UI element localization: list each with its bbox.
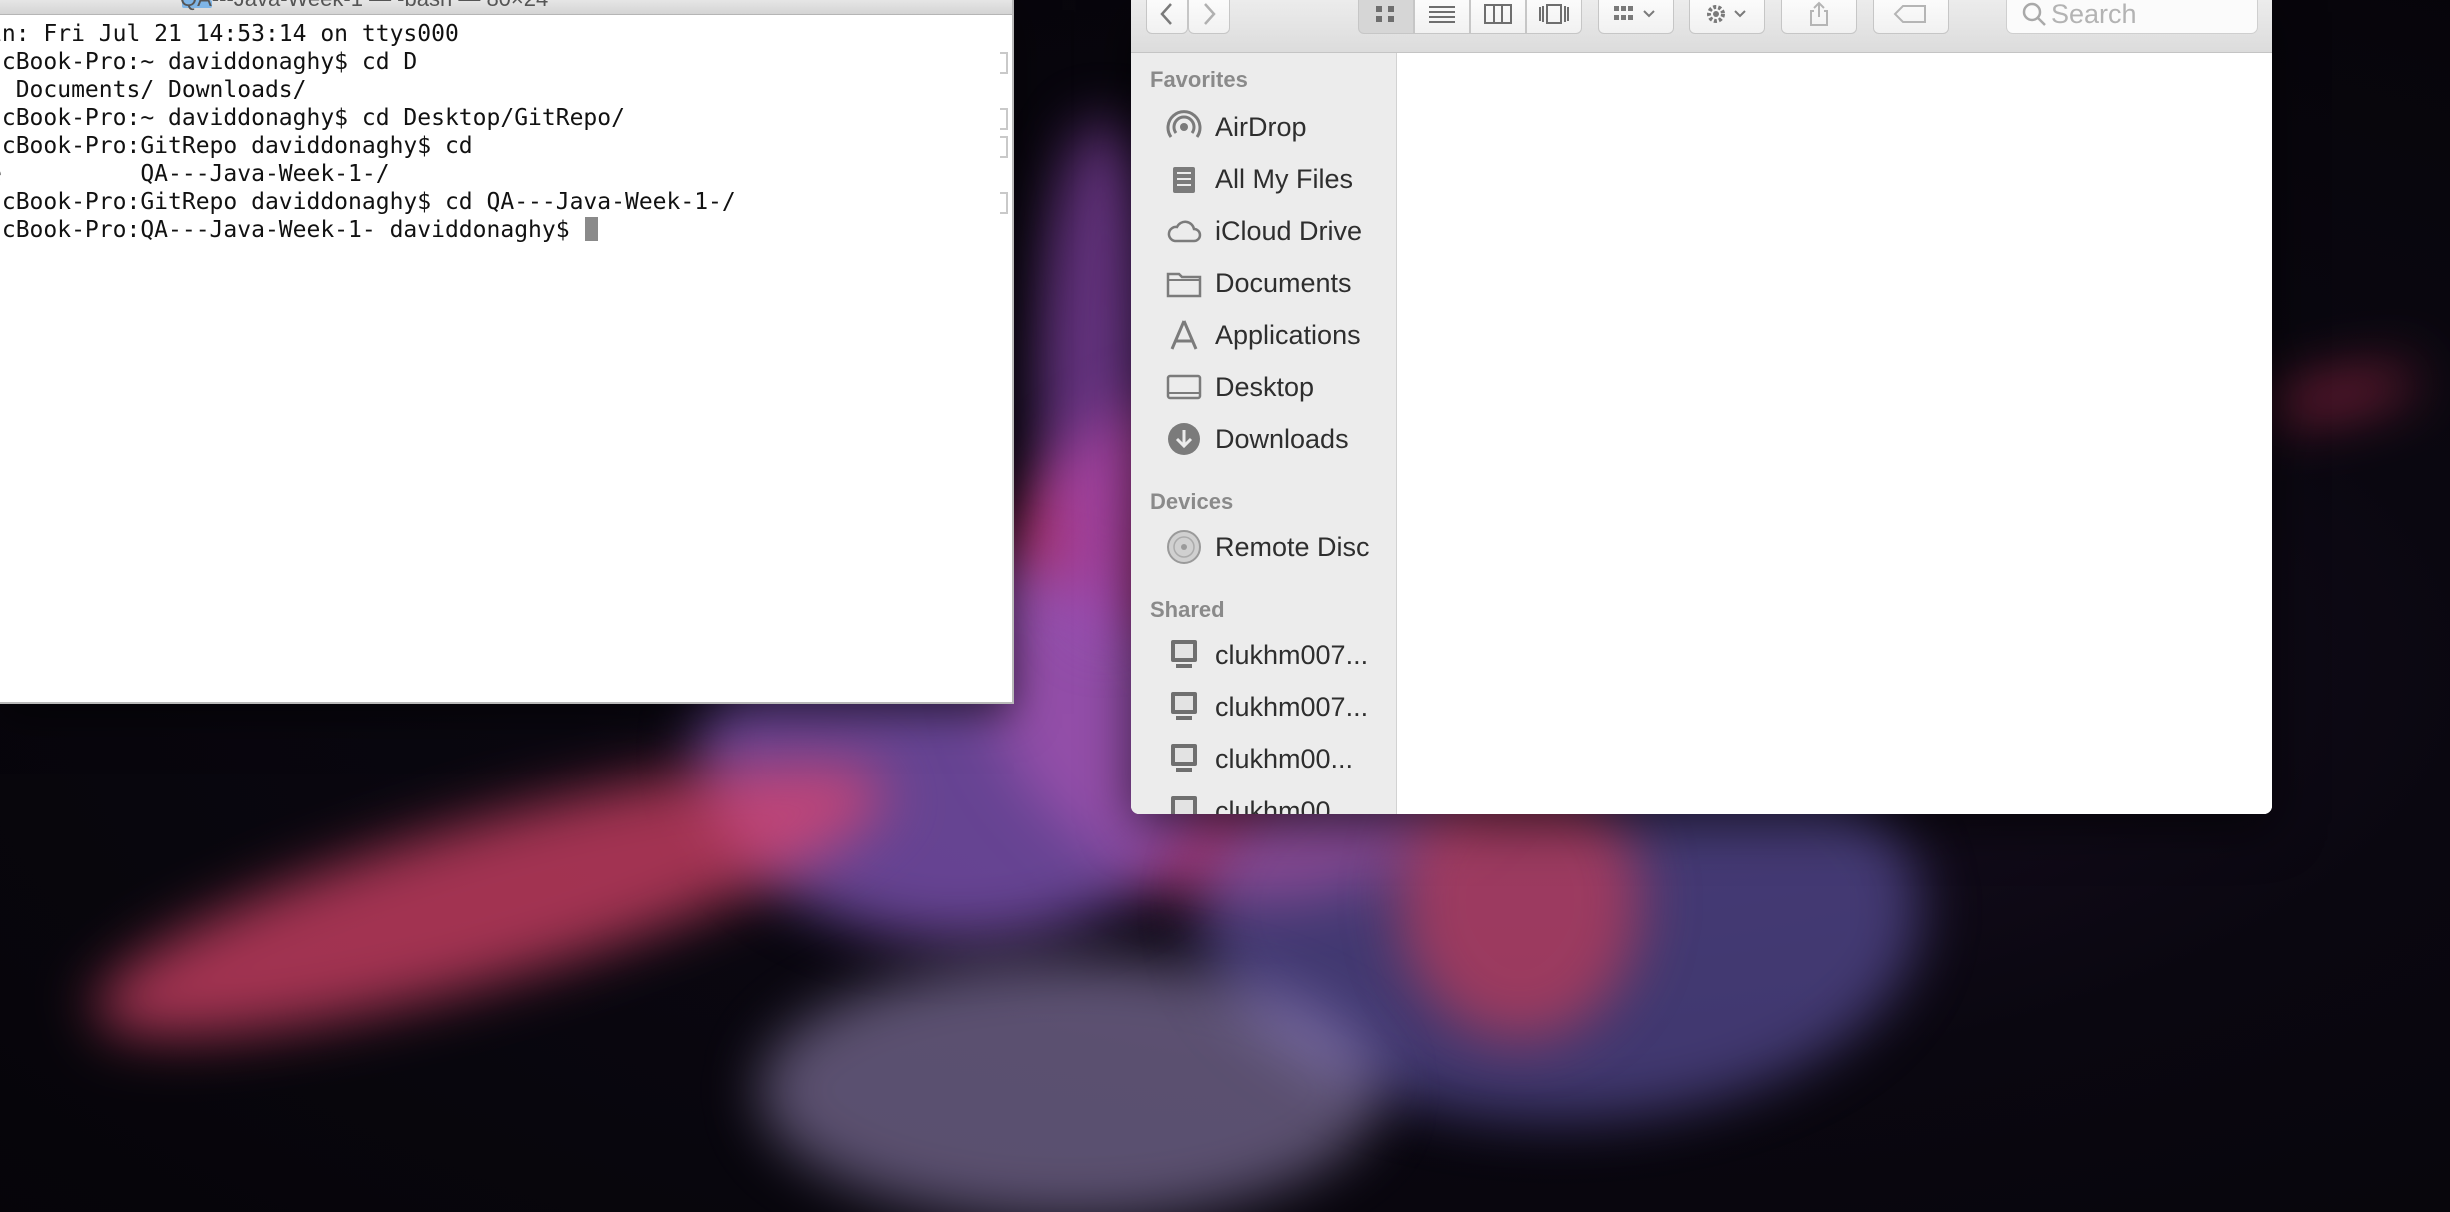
sidebar-item-desktop[interactable]: Desktop: [1165, 365, 1314, 409]
finder-content-area[interactable]: [1397, 53, 2272, 814]
terminal-prompt: acBook-Pro:QA---Java-Week-1- daviddonagh…: [0, 217, 584, 243]
tags-button[interactable]: [1873, 0, 1949, 34]
list-view-button[interactable]: [1414, 0, 1470, 34]
terminal-title: QA---Java-Week-1 — -bash — 80×24: [180, 0, 548, 12]
computer-icon: [1165, 636, 1203, 674]
icloud-icon: [1165, 212, 1203, 250]
finder-sidebar: Favorites AirDrop All My Files iCloud Dr…: [1131, 53, 1397, 814]
sidebar-item-label: Remote Disc: [1215, 531, 1370, 562]
folder-icon: [1165, 264, 1203, 302]
sidebar-header-devices: Devices: [1150, 489, 1234, 514]
applications-icon: [1165, 316, 1203, 354]
sidebar-item-shared-computer[interactable]: clukhm00...: [1165, 789, 1353, 814]
line-marker: [1000, 192, 1008, 214]
terminal-line: acBook-Pro:GitRepo daviddonaghy$ cd QA--…: [0, 189, 736, 215]
sidebar-item-shared-computer[interactable]: clukhm007...: [1165, 633, 1368, 677]
sidebar-item-icloud-drive[interactable]: iCloud Drive: [1165, 209, 1362, 253]
arrange-button[interactable]: [1598, 0, 1674, 34]
computer-icon: [1165, 688, 1203, 726]
disc-icon: [1165, 528, 1203, 566]
finder-toolbar: Search: [1131, 0, 2272, 53]
text-cursor: [585, 217, 599, 241]
computer-icon: [1165, 792, 1203, 814]
terminal-line: in: Fri Jul 21 14:53:14 on ttys000: [0, 21, 459, 47]
forward-button[interactable]: [1188, 0, 1230, 34]
grid-icon: [1376, 6, 1394, 22]
sidebar-item-applications[interactable]: Applications: [1165, 313, 1361, 357]
cover-flow-icon: [1539, 4, 1569, 24]
arrange-icon: [1614, 6, 1655, 20]
chevron-right-icon: [1204, 3, 1216, 25]
wallpaper-splash: [73, 710, 907, 1090]
list-icon: [1429, 6, 1455, 23]
back-button[interactable]: [1146, 0, 1188, 34]
sidebar-item-shared-computer[interactable]: clukhm00...: [1165, 737, 1353, 781]
search-field[interactable]: Search: [2006, 0, 2258, 34]
sidebar-item-label: Downloads: [1215, 423, 1349, 454]
sidebar-item-label: clukhm00...: [1215, 795, 1354, 815]
sidebar-header-favorites: Favorites: [1150, 67, 1248, 92]
airdrop-icon: [1165, 108, 1203, 146]
sidebar-item-label: iCloud Drive: [1215, 215, 1363, 246]
sidebar-item-label: clukhm00...: [1215, 743, 1354, 774]
terminal-line: e QA---Java-Week-1-/: [0, 161, 390, 187]
sidebar-item-label: clukhm007...: [1215, 639, 1369, 670]
icon-view-button[interactable]: [1358, 0, 1414, 34]
downloads-icon: [1165, 420, 1203, 458]
terminal-line: acBook-Pro:~ daviddonaghy$ cd Desktop/Gi…: [0, 105, 625, 131]
tag-icon: [1893, 5, 1926, 23]
wallpaper-splash: [760, 960, 1380, 1212]
terminal-prompt-line: acBook-Pro:QA---Java-Week-1- daviddonagh…: [0, 216, 599, 244]
terminal-line: acBook-Pro:~ daviddonaghy$ cd D: [0, 49, 418, 75]
sidebar-item-label: Documents: [1215, 267, 1352, 298]
wallpaper-splash: [2258, 363, 2422, 427]
computer-icon: [1165, 740, 1203, 778]
line-marker: [1000, 136, 1008, 158]
columns-icon: [1484, 4, 1512, 24]
all-my-files-icon: [1165, 160, 1203, 198]
sidebar-item-downloads[interactable]: Downloads: [1165, 417, 1349, 461]
terminal-line: Documents/ Downloads/: [0, 77, 307, 103]
sidebar-item-label: Applications: [1215, 319, 1361, 350]
desktop-icon: [1165, 368, 1203, 406]
line-marker: [1000, 52, 1008, 74]
sidebar-item-all-my-files[interactable]: All My Files: [1165, 157, 1353, 201]
column-view-button[interactable]: [1470, 0, 1526, 34]
sidebar-item-label: clukhm007...: [1215, 691, 1369, 722]
finder-window[interactable]: Search Favorites AirDrop All My Files iC…: [1131, 0, 2272, 814]
search-placeholder: Search: [2051, 0, 2137, 29]
share-icon: [1810, 1, 1828, 26]
sidebar-header-shared: Shared: [1150, 597, 1225, 622]
line-marker: [1000, 108, 1008, 130]
chevron-left-icon: [1160, 3, 1172, 25]
sidebar-item-airdrop[interactable]: AirDrop: [1165, 105, 1307, 149]
sidebar-item-shared-computer[interactable]: clukhm007...: [1165, 685, 1368, 729]
share-button[interactable]: [1781, 0, 1857, 34]
cover-flow-button[interactable]: [1526, 0, 1582, 34]
terminal-window[interactable]: QA---Java-Week-1 — -bash — 80×24 in: Fri…: [0, 0, 1014, 704]
gear-icon: [1707, 5, 1746, 23]
search-icon: [2022, 2, 2046, 26]
terminal-output[interactable]: in: Fri Jul 21 14:53:14 on ttys000 acBoo…: [0, 16, 1012, 702]
terminal-titlebar[interactable]: QA---Java-Week-1 — -bash — 80×24: [0, 0, 1012, 15]
sidebar-item-remote-disc[interactable]: Remote Disc: [1165, 525, 1370, 569]
sidebar-item-label: AirDrop: [1215, 111, 1307, 142]
sidebar-item-label: All My Files: [1215, 163, 1354, 194]
action-button[interactable]: [1689, 0, 1765, 34]
terminal-line: acBook-Pro:GitRepo daviddonaghy$ cd: [0, 133, 473, 159]
sidebar-item-label: Desktop: [1215, 371, 1315, 402]
sidebar-item-documents[interactable]: Documents: [1165, 261, 1352, 305]
